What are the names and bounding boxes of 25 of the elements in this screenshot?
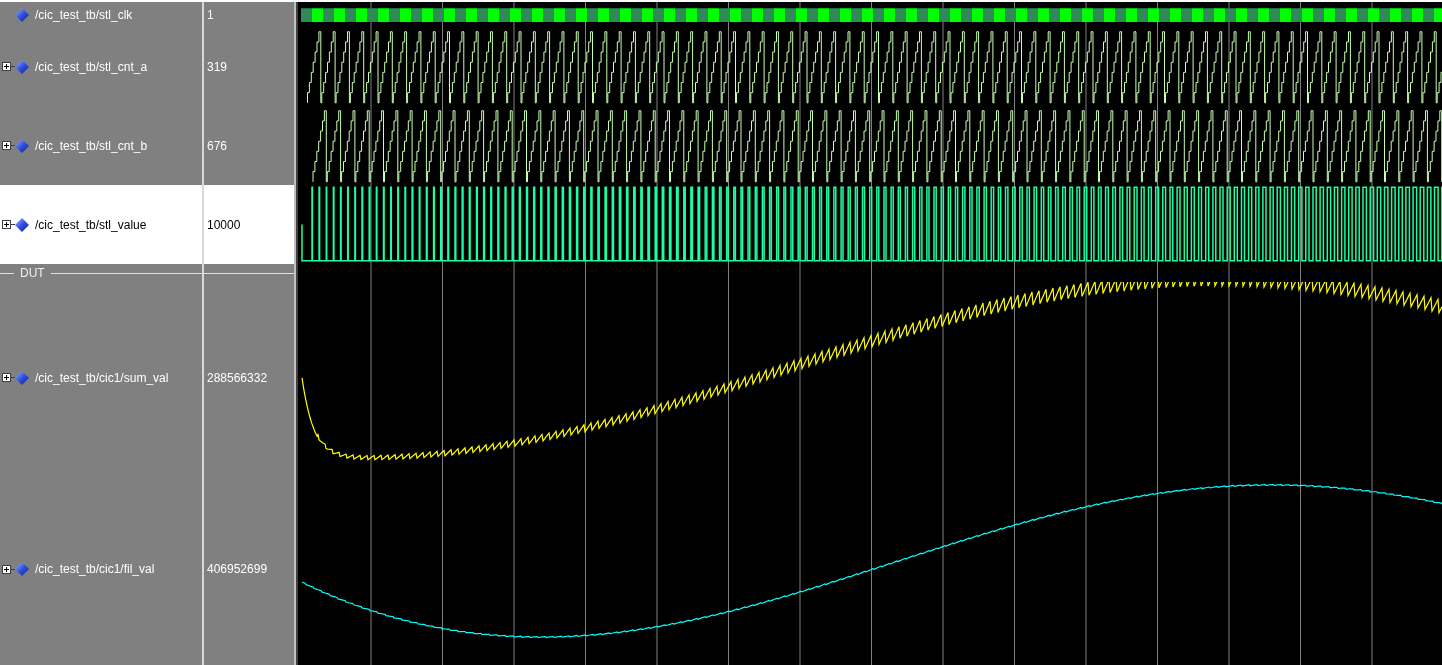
selected-row[interactable]: /cic_test_tb/stl_value (0, 185, 202, 264)
signal-value: 676 (207, 137, 228, 155)
expand-icon[interactable] (2, 564, 11, 574)
signal-value: 319 (207, 58, 228, 76)
signal-value: 1 (207, 6, 214, 24)
signal-name: /cic_test_tb/stl_cnt_b (35, 137, 148, 155)
signal-name: /cic_test_tb/stl_clk (35, 6, 133, 24)
expand-icon[interactable] (2, 373, 11, 383)
signal-name: /cic_test_tb/stl_value (35, 216, 147, 234)
signal-value: 10000 (207, 216, 241, 234)
signal-value: 406952699 (207, 561, 268, 579)
expand-icon[interactable] (2, 62, 11, 71)
signal-diamond-icon (15, 138, 29, 153)
signal-name: /cic_test_tb/stl_cnt_a (35, 58, 148, 76)
group-label: DUT (19, 267, 46, 279)
signal-name: /cic_test_tb/cic1/fil_val (35, 561, 155, 579)
signal-value: 288566332 (207, 369, 268, 387)
signal-diamond-icon (15, 562, 29, 577)
signal-diamond-icon (15, 370, 29, 385)
expand-icon[interactable] (2, 141, 11, 150)
signal-diamond-icon (15, 7, 29, 22)
signal-name: /cic_test_tb/cic1/sum_val (35, 369, 169, 387)
signal-diamond-icon (15, 217, 29, 232)
expand-icon[interactable] (2, 220, 11, 229)
signal-diamond-icon (15, 59, 29, 74)
